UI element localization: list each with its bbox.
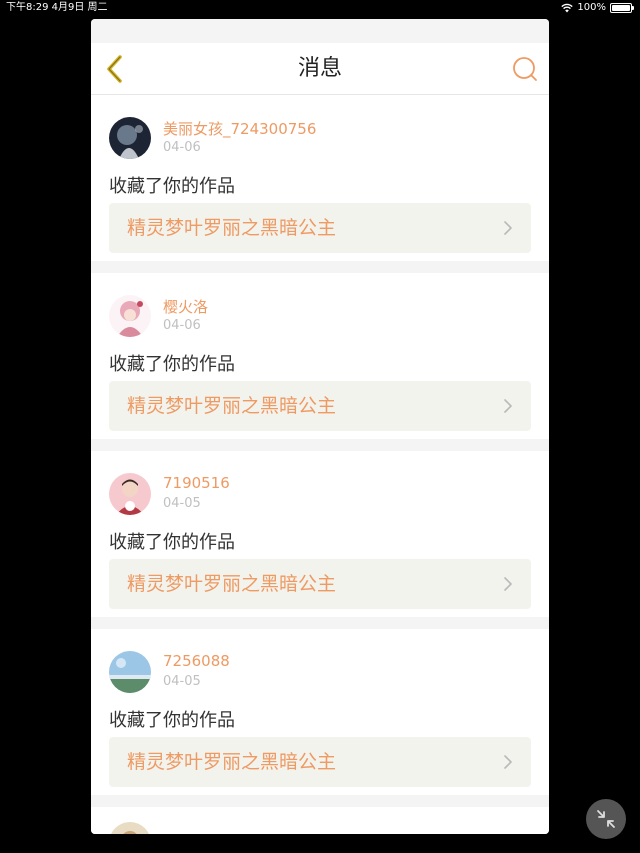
avatar[interactable] (109, 117, 151, 159)
user-name[interactable]: 樱火洛 (163, 296, 208, 317)
message-list: 美丽女孩_724300756 04-06 收藏了你的作品 精灵梦叶罗丽之黑暗公主 (91, 95, 549, 834)
status-time-date: 下午8:29 4月9日 周二 (6, 2, 108, 13)
avatar[interactable] (109, 651, 151, 693)
avatar[interactable] (109, 822, 151, 834)
status-right: 100% (561, 0, 634, 16)
work-title: 精灵梦叶罗丽之黑暗公主 (127, 751, 337, 773)
chevron-right-icon (504, 399, 512, 413)
message-card-partial (91, 807, 549, 834)
work-link[interactable]: 精灵梦叶罗丽之黑暗公主 (109, 203, 531, 253)
work-title: 精灵梦叶罗丽之黑暗公主 (127, 217, 337, 239)
user-name[interactable]: 7190516 (163, 474, 230, 492)
work-link[interactable]: 精灵梦叶罗丽之黑暗公主 (109, 381, 531, 431)
message-card: 樱火洛 04-06 收藏了你的作品 精灵梦叶罗丽之黑暗公主 (91, 273, 549, 439)
status-bar: 下午8:29 4月9日 周二 100% (0, 0, 640, 16)
chevron-right-icon (504, 577, 512, 591)
avatar[interactable] (109, 473, 151, 515)
collapse-arrows-icon (597, 810, 615, 828)
message-date: 04-05 (163, 496, 201, 511)
message-date: 04-06 (163, 318, 201, 333)
message-date: 04-05 (163, 674, 201, 689)
work-link[interactable]: 精灵梦叶罗丽之黑暗公主 (109, 737, 531, 787)
search-button[interactable] (511, 55, 539, 83)
avatar[interactable] (109, 295, 151, 337)
battery-fill (612, 5, 630, 11)
collapse-button[interactable] (586, 799, 626, 839)
work-link[interactable]: 精灵梦叶罗丽之黑暗公主 (109, 559, 531, 609)
app-window: 消息 美丽女孩_724300756 04-06 收藏了你的作品 精灵梦叶罗丽之黑… (91, 19, 549, 834)
message-card: 7190516 04-05 收藏了你的作品 精灵梦叶罗丽之黑暗公主 (91, 451, 549, 617)
chevron-right-icon (504, 221, 512, 235)
message-date: 04-06 (163, 140, 201, 155)
message-card: 7256088 04-05 收藏了你的作品 精灵梦叶罗丽之黑暗公主 (91, 629, 549, 795)
message-card: 美丽女孩_724300756 04-06 收藏了你的作品 精灵梦叶罗丽之黑暗公主 (91, 95, 549, 261)
work-title: 精灵梦叶罗丽之黑暗公主 (127, 573, 337, 595)
top-strip (91, 19, 549, 43)
message-text: 收藏了你的作品 (109, 354, 235, 375)
message-text: 收藏了你的作品 (109, 710, 235, 731)
battery-icon (610, 3, 634, 13)
message-text: 收藏了你的作品 (109, 176, 235, 197)
wifi-icon (561, 3, 574, 13)
message-text: 收藏了你的作品 (109, 532, 235, 553)
page-title: 消息 (297, 56, 342, 81)
work-title: 精灵梦叶罗丽之黑暗公主 (127, 395, 337, 417)
user-name[interactable]: 美丽女孩_724300756 (163, 118, 316, 139)
user-name[interactable]: 7256088 (163, 652, 230, 670)
battery-percent: 100% (577, 2, 606, 13)
chevron-right-icon (504, 755, 512, 769)
nav-bar: 消息 (91, 43, 549, 95)
